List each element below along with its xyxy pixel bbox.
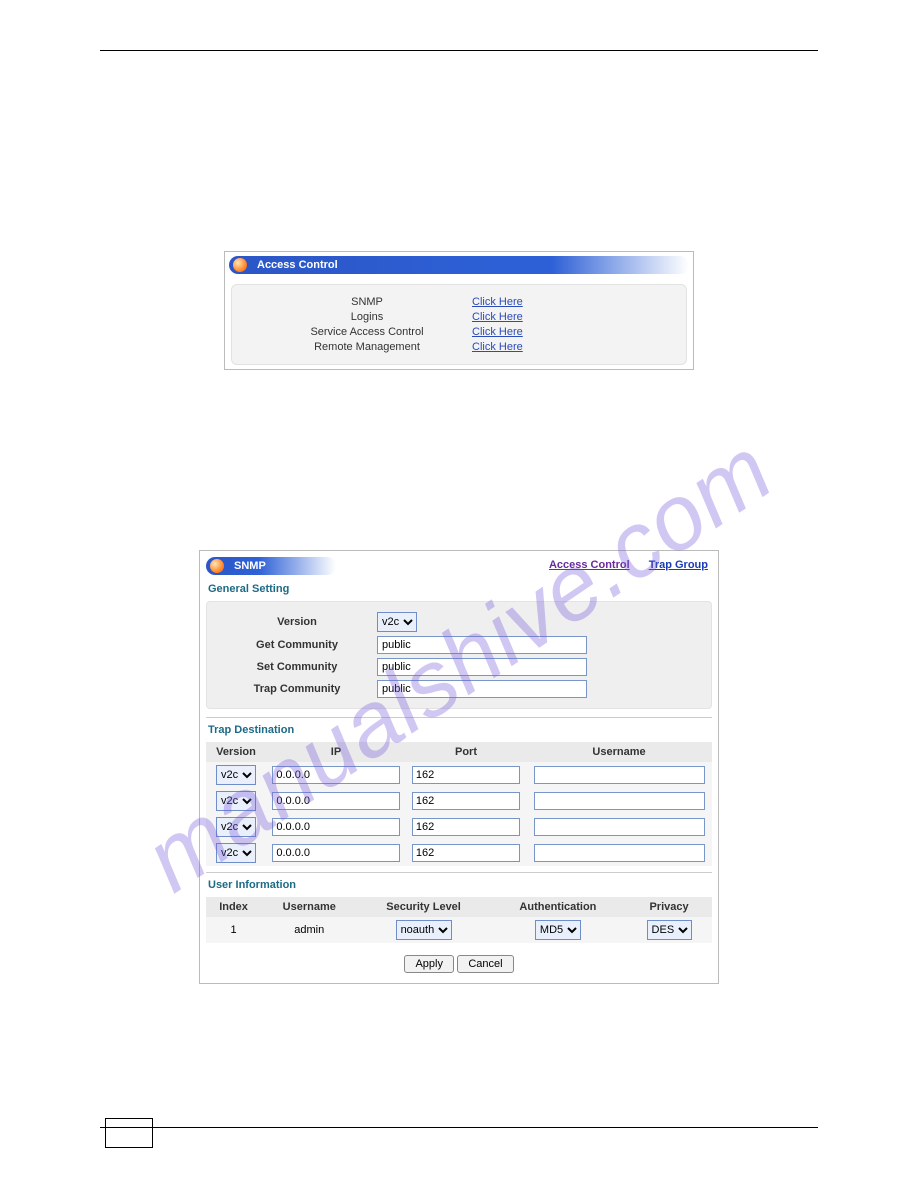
snmp-title-bar: SNMP bbox=[206, 557, 336, 575]
access-label: SNMP bbox=[262, 296, 472, 308]
snmp-panel: SNMP Access Control Trap Group General S… bbox=[199, 550, 719, 984]
set-community-label: Set Community bbox=[217, 661, 377, 673]
th-privacy: Privacy bbox=[626, 897, 712, 917]
divider bbox=[206, 872, 712, 873]
trap-port-input[interactable] bbox=[412, 844, 520, 862]
sphere-icon bbox=[233, 258, 247, 272]
user-privacy-select[interactable]: DES bbox=[647, 920, 692, 940]
trap-destination-title: Trap Destination bbox=[208, 724, 712, 736]
access-row-service: Service Access Control Click Here bbox=[262, 326, 656, 338]
trap-destination-table: Version IP Port Username v2c v2c v2c bbox=[206, 742, 712, 866]
apply-button[interactable]: Apply bbox=[404, 955, 454, 973]
set-community-input[interactable] bbox=[377, 658, 587, 676]
page-bottom-rule bbox=[100, 1127, 818, 1128]
trap-version-select[interactable]: v2c bbox=[216, 817, 256, 837]
user-row: 1 admin noauth MD5 DES bbox=[206, 917, 712, 943]
snmp-top-links: Access Control Trap Group bbox=[533, 559, 708, 571]
version-select[interactable]: v2c bbox=[377, 612, 417, 632]
trap-row: v2c bbox=[206, 814, 712, 840]
trap-row: v2c bbox=[206, 788, 712, 814]
trap-port-input[interactable] bbox=[412, 818, 520, 836]
user-security-select[interactable]: noauth bbox=[396, 920, 452, 940]
get-community-label: Get Community bbox=[217, 639, 377, 651]
access-control-header: Access Control bbox=[229, 256, 689, 274]
trap-ip-input[interactable] bbox=[272, 766, 399, 784]
trap-version-select[interactable]: v2c bbox=[216, 843, 256, 863]
trap-version-select[interactable]: v2c bbox=[216, 765, 256, 785]
user-index: 1 bbox=[206, 917, 261, 943]
general-setting-form: Version v2c Get Community Set Community … bbox=[206, 601, 712, 709]
th-port: Port bbox=[406, 742, 526, 762]
user-auth-select[interactable]: MD5 bbox=[535, 920, 581, 940]
page-top-rule bbox=[100, 50, 818, 51]
trap-port-input[interactable] bbox=[412, 766, 520, 784]
trap-community-input[interactable] bbox=[377, 680, 587, 698]
access-control-title: Access Control bbox=[257, 259, 338, 271]
user-information-table: Index Username Security Level Authentica… bbox=[206, 897, 712, 943]
access-link-logins[interactable]: Click Here bbox=[472, 311, 523, 323]
trap-row: v2c bbox=[206, 840, 712, 866]
button-row: Apply Cancel bbox=[206, 955, 712, 973]
access-control-body: SNMP Click Here Logins Click Here Servic… bbox=[231, 284, 687, 365]
th-version: Version bbox=[206, 742, 266, 762]
trap-ip-input[interactable] bbox=[272, 792, 399, 810]
th-username: Username bbox=[261, 897, 357, 917]
th-auth: Authentication bbox=[490, 897, 626, 917]
user-username: admin bbox=[261, 917, 357, 943]
trap-row: v2c bbox=[206, 762, 712, 788]
sphere-icon bbox=[210, 559, 224, 573]
snmp-top-bar: SNMP Access Control Trap Group bbox=[206, 557, 712, 579]
version-label: Version bbox=[217, 616, 377, 628]
general-setting-title: General Setting bbox=[208, 583, 712, 595]
link-trap-group[interactable]: Trap Group bbox=[649, 559, 708, 571]
trap-community-label: Trap Community bbox=[217, 683, 377, 695]
access-link-remote[interactable]: Click Here bbox=[472, 341, 523, 353]
snmp-title: SNMP bbox=[234, 560, 266, 572]
access-link-service[interactable]: Click Here bbox=[472, 326, 523, 338]
access-label: Logins bbox=[262, 311, 472, 323]
trap-username-input[interactable] bbox=[534, 766, 705, 784]
access-link-snmp[interactable]: Click Here bbox=[472, 296, 523, 308]
trap-port-input[interactable] bbox=[412, 792, 520, 810]
th-username: Username bbox=[526, 742, 712, 762]
access-control-panel: Access Control SNMP Click Here Logins Cl… bbox=[224, 251, 694, 370]
access-label: Service Access Control bbox=[262, 326, 472, 338]
th-ip: IP bbox=[266, 742, 406, 762]
trap-username-input[interactable] bbox=[534, 792, 705, 810]
trap-version-select[interactable]: v2c bbox=[216, 791, 256, 811]
page-number-box bbox=[105, 1118, 153, 1148]
th-index: Index bbox=[206, 897, 261, 917]
divider bbox=[206, 717, 712, 718]
get-community-input[interactable] bbox=[377, 636, 587, 654]
access-row-logins: Logins Click Here bbox=[262, 311, 656, 323]
trap-ip-input[interactable] bbox=[272, 818, 399, 836]
trap-username-input[interactable] bbox=[534, 844, 705, 862]
trap-ip-input[interactable] bbox=[272, 844, 399, 862]
link-access-control[interactable]: Access Control bbox=[549, 559, 630, 571]
trap-username-input[interactable] bbox=[534, 818, 705, 836]
th-security: Security Level bbox=[357, 897, 489, 917]
access-row-snmp: SNMP Click Here bbox=[262, 296, 656, 308]
user-information-title: User Information bbox=[208, 879, 712, 891]
access-label: Remote Management bbox=[262, 341, 472, 353]
cancel-button[interactable]: Cancel bbox=[457, 955, 513, 973]
access-row-remote: Remote Management Click Here bbox=[262, 341, 656, 353]
